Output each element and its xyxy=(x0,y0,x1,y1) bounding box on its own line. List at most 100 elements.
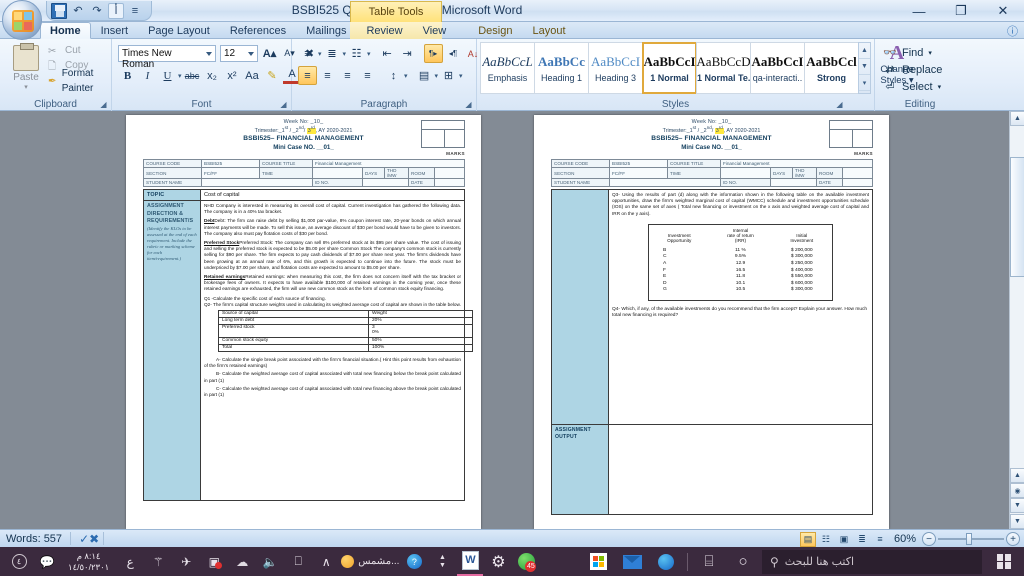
grow-font-icon[interactable]: A▴ xyxy=(260,44,279,63)
style-strong[interactable]: AaBbCcl Strong xyxy=(804,42,859,94)
justify-button[interactable]: ≡ xyxy=(358,66,377,85)
decrease-indent-button[interactable]: ⇤ xyxy=(378,44,397,63)
styles-gallery-scrollbar[interactable]: ▲ ▼ ▾ xyxy=(858,42,871,94)
web-layout-view-button[interactable]: ▣ xyxy=(836,532,852,547)
airplane-mode-icon[interactable]: ✈ xyxy=(173,547,199,576)
ltr-text-direction-button[interactable]: ¶▸ xyxy=(423,44,443,63)
font-name-combobox[interactable]: Times New Roman xyxy=(118,45,216,70)
screenshot-icon[interactable]: ▣ xyxy=(201,547,227,576)
align-right-button[interactable]: ≡ xyxy=(338,66,357,85)
window-controls[interactable]: — ❐ ✕ xyxy=(898,0,1024,22)
superscript-button[interactable]: x² xyxy=(223,66,242,85)
tab-design[interactable]: Design xyxy=(468,22,522,39)
ribbon-tabs[interactable]: Home Insert Page Layout References Maili… xyxy=(40,22,576,39)
mail-button[interactable] xyxy=(615,547,649,576)
numbering-chevron-icon[interactable]: ▾ xyxy=(343,50,347,58)
taskbar-search-box[interactable]: اكتب هنا للبحث ⚲ xyxy=(762,549,982,574)
tab-references[interactable]: References xyxy=(220,22,296,39)
edge-button[interactable] xyxy=(649,547,683,576)
font-size-combobox[interactable]: 12 xyxy=(220,45,258,62)
line-spacing-button[interactable]: ↕ xyxy=(384,66,403,85)
help-tips-icon[interactable]: ? xyxy=(401,547,427,576)
paste-button[interactable]: Paste ▾ xyxy=(6,43,46,93)
find-button[interactable]: 👓 Find ▾ xyxy=(883,44,942,61)
cortana-button[interactable]: ⌸ xyxy=(692,547,726,576)
zoom-out-button[interactable]: − xyxy=(922,532,936,546)
numbering-button[interactable]: ≣ xyxy=(323,44,342,63)
taskbar-clock[interactable]: ٨:١٤ م ١٤/٥٠/٢٣٠١ xyxy=(62,551,115,573)
bullets-chevron-icon[interactable]: ▾ xyxy=(318,50,322,58)
full-screen-reading-view-button[interactable]: ☷ xyxy=(818,532,834,547)
tab-home[interactable]: Home xyxy=(40,22,91,39)
style-heading-1[interactable]: AaBbCc Heading 1 xyxy=(534,42,589,94)
scroll-down-icon[interactable]: ▼ xyxy=(1010,514,1024,529)
print-layout-view-button[interactable]: ▤ xyxy=(799,531,816,547)
document-page-1[interactable]: Week No: _10_ Trimester:_1st / _2nd/ 3rd… xyxy=(126,115,481,529)
document-page-2[interactable]: Week No: _10_ Trimester:_1st / _2nd/ 3rd… xyxy=(534,115,889,529)
bold-button[interactable]: B xyxy=(118,66,137,85)
line-spacing-chevron-icon[interactable]: ▾ xyxy=(404,72,408,80)
shading-chevron-icon[interactable]: ▾ xyxy=(435,72,439,80)
style-1-normal[interactable]: AaBbCcI 1 Normal xyxy=(642,42,697,94)
document-vertical-scrollbar[interactable]: ▲ ▲ ◉ ▼ ▼ xyxy=(1009,111,1024,529)
bluetooth-icon[interactable]: ⚚ xyxy=(145,547,171,576)
battery-level-icon[interactable]: ٤ xyxy=(6,547,32,576)
previous-page-icon[interactable]: ▲ xyxy=(1010,468,1024,483)
settings-taskbar-button[interactable]: ⚙ xyxy=(485,547,511,576)
strikethrough-button[interactable]: abc xyxy=(183,66,202,85)
shading-button[interactable]: ▤ xyxy=(415,66,434,85)
notifications-icon[interactable]: 💬 xyxy=(34,547,60,576)
clipboard-dialog-launcher[interactable]: ◢ xyxy=(99,100,108,109)
taskbar-scroll-arrows[interactable]: ▲ ▼ xyxy=(429,547,455,576)
underline-button[interactable]: U xyxy=(158,66,177,85)
scroll-down-icon[interactable]: ▼ xyxy=(859,59,870,75)
tab-insert[interactable]: Insert xyxy=(91,22,139,39)
tab-page-layout[interactable]: Page Layout xyxy=(138,22,220,39)
borders-button[interactable]: ⊞ xyxy=(439,66,458,85)
zoom-level-label[interactable]: 60% xyxy=(894,533,916,545)
next-page-icon[interactable]: ▼ xyxy=(1010,498,1024,513)
styles-gallery[interactable]: AaBbCcL Emphasis AaBbCc Heading 1 AaBbCc… xyxy=(480,42,859,94)
cut-button[interactable]: ✂ Cut xyxy=(48,43,111,58)
align-left-button[interactable]: ≡ xyxy=(298,66,317,85)
change-case-button[interactable]: Aa xyxy=(243,66,262,85)
tab-view[interactable]: View xyxy=(413,22,457,39)
zoom-slider-thumb[interactable] xyxy=(966,533,972,545)
scrollbar-thumb[interactable] xyxy=(1010,157,1024,277)
increase-indent-button[interactable]: ⇥ xyxy=(398,44,417,63)
paragraph-dialog-launcher[interactable]: ◢ xyxy=(464,100,473,109)
tab-mailings[interactable]: Mailings xyxy=(296,22,356,39)
scroll-up-icon[interactable]: ▲ xyxy=(859,43,870,59)
align-center-button[interactable]: ≡ xyxy=(318,66,337,85)
zoom-slider[interactable] xyxy=(938,532,1004,546)
underline-chevron-icon[interactable]: ▾ xyxy=(178,72,182,80)
bullets-button[interactable]: ≡ xyxy=(298,44,317,63)
styles-dialog-launcher[interactable]: ◢ xyxy=(835,100,844,109)
ime-indicator[interactable]: ع xyxy=(117,547,143,576)
word-count-label[interactable]: Words: 557 xyxy=(6,533,62,545)
document-canvas[interactable]: Week No: _10_ Trimester:_1st / _2nd/ 3rd… xyxy=(0,111,1024,529)
more-styles-icon[interactable]: ▾ xyxy=(859,75,870,91)
replace-button[interactable]: ⇄ Replace xyxy=(883,61,942,78)
help-icon[interactable]: ⓘ xyxy=(1007,23,1018,39)
select-browse-object-icon[interactable]: ◉ xyxy=(1010,483,1024,498)
word-taskbar-button[interactable] xyxy=(457,547,484,576)
subscript-button[interactable]: x₂ xyxy=(203,66,222,85)
text-highlight-color-button[interactable]: ✎ xyxy=(263,66,282,85)
style-heading-3[interactable]: AaBbCcI Heading 3 xyxy=(588,42,643,94)
zoom-in-button[interactable]: + xyxy=(1006,532,1020,546)
whatsapp-taskbar-button[interactable]: 45 xyxy=(513,547,539,576)
volume-icon[interactable]: 🔈 xyxy=(257,547,283,576)
outline-view-button[interactable]: ≣ xyxy=(854,532,870,547)
multilevel-chevron-icon[interactable]: ▾ xyxy=(367,50,371,58)
close-button[interactable]: ✕ xyxy=(982,0,1024,22)
style-emphasis[interactable]: AaBbCcL Emphasis xyxy=(480,42,535,94)
onedrive-icon[interactable]: ☁ xyxy=(229,547,255,576)
borders-chevron-icon[interactable]: ▾ xyxy=(459,72,463,80)
restore-button[interactable]: ❐ xyxy=(940,0,982,22)
screen-record-icon[interactable]: ⎕ xyxy=(285,547,311,576)
multilevel-list-button[interactable]: ☷ xyxy=(347,44,366,63)
tab-review[interactable]: Review xyxy=(356,22,412,39)
minimize-button[interactable]: — xyxy=(898,0,940,22)
scroll-up-icon[interactable]: ▲ xyxy=(1010,111,1024,126)
